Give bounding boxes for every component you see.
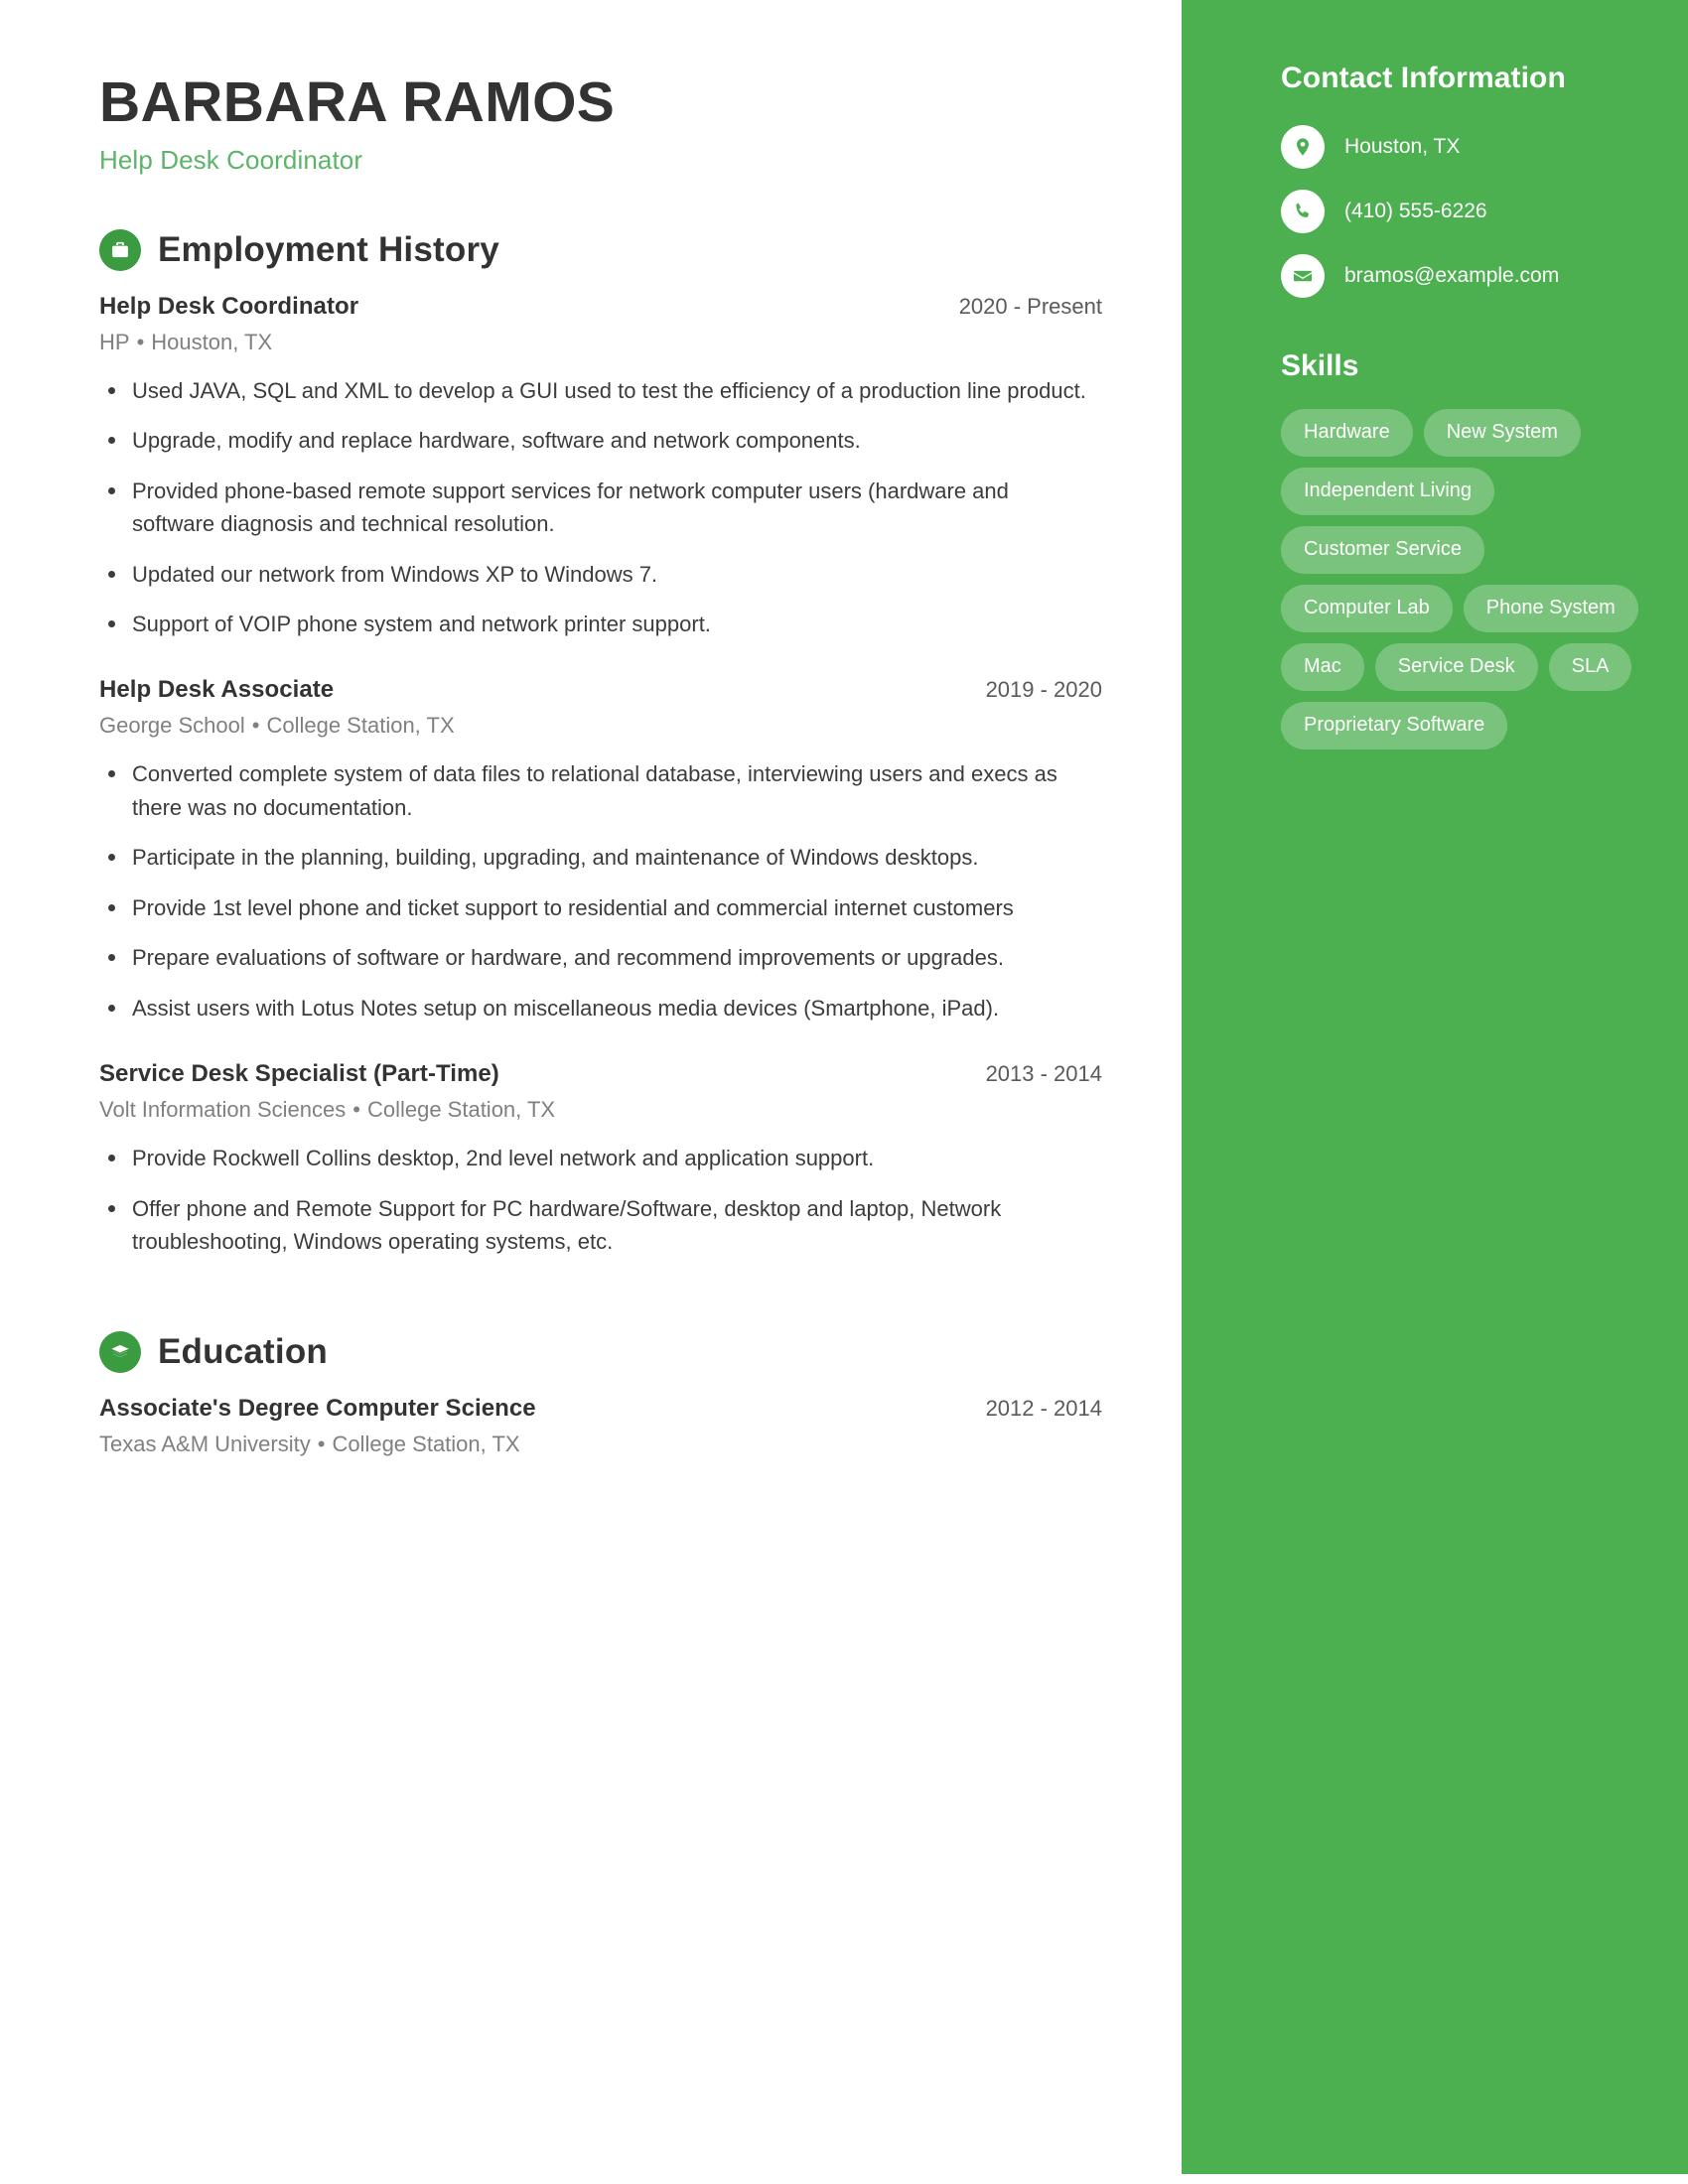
contact-information-heading: Contact Information (1281, 62, 1566, 94)
skill-pill: Proprietary Software (1281, 702, 1508, 750)
resume-sidebar: Contact Information Houston, TX (410) 55… (1182, 0, 1688, 2174)
skill-pill: Mac (1281, 643, 1364, 691)
employment-history-title: Employment History (158, 229, 499, 269)
skills-list: Hardware New System Independent Living C… (1281, 409, 1638, 750)
bullet-item: Offer phone and Remote Support for PC ha… (99, 1192, 1092, 1259)
employment-entry-company: George School (99, 713, 245, 739)
employment-history-section: Employment History Help Desk Coordinator… (99, 228, 1102, 1259)
skill-pill: Phone System (1463, 585, 1638, 632)
education-title: Education (158, 1332, 328, 1372)
bullet-item: Upgrade, modify and replace hardware, so… (99, 424, 1092, 457)
meta-separator: • (251, 713, 260, 739)
bullet-item: Provide Rockwell Collins desktop, 2nd le… (99, 1142, 1092, 1174)
education-entry-top: Associate's Degree Computer Science 2012… (99, 1395, 1102, 1423)
education-entry: Associate's Degree Computer Science 2012… (99, 1395, 1102, 1457)
education-entry-location: College Station, TX (332, 1432, 520, 1457)
employment-entry: Help Desk Associate 2019 - 2020 George S… (99, 676, 1102, 1024)
skill-pill: Independent Living (1281, 468, 1495, 515)
employment-entry-bullets: Converted complete system of data files … (99, 757, 1102, 1024)
contact-item-email: bramos@example.com (1281, 254, 1688, 298)
bullet-item: Support of VOIP phone system and network… (99, 608, 1092, 640)
employment-entry-title: Help Desk Coordinator (99, 292, 359, 320)
employment-entry-location: College Station, TX (366, 1097, 556, 1123)
skill-pill: Customer Service (1281, 526, 1484, 574)
employment-entry-top: Service Desk Specialist (Part-Time) 2013… (99, 1060, 1102, 1088)
education-section: Education Associate's Degree Computer Sc… (99, 1331, 1102, 1457)
location-pin-icon (1281, 125, 1325, 169)
employment-entry-bullets: Used JAVA, SQL and XML to develop a GUI … (99, 374, 1102, 641)
briefcase-icon (99, 228, 141, 271)
resume-header: BARBARA RAMOS Help Desk Coordinator (99, 70, 1102, 176)
bullet-item: Converted complete system of data files … (99, 757, 1092, 824)
phone-icon (1281, 190, 1325, 233)
meta-separator: • (352, 1097, 360, 1123)
employment-entry: Service Desk Specialist (Part-Time) 2013… (99, 1060, 1102, 1258)
employment-entry-company: HP (99, 329, 130, 354)
employment-entry-meta: George School • College Station, TX (99, 713, 1102, 739)
skill-pill: SLA (1548, 643, 1632, 691)
skill-pill: Hardware (1281, 409, 1413, 457)
contact-phone-value: (410) 555-6226 (1344, 199, 1487, 222)
employment-entry-title: Service Desk Specialist (Part-Time) (99, 1060, 499, 1088)
education-entry-title: Associate's Degree Computer Science (99, 1395, 536, 1423)
bullet-item: Used JAVA, SQL and XML to develop a GUI … (99, 374, 1092, 407)
employment-entry-bullets: Provide Rockwell Collins desktop, 2nd le… (99, 1142, 1102, 1258)
employment-entry-location: College Station, TX (266, 713, 455, 739)
employment-entry-company: Volt Information Sciences (99, 1097, 347, 1123)
resume-main-column: BARBARA RAMOS Help Desk Coordinator Empl… (0, 0, 1182, 2184)
candidate-job-title: Help Desk Coordinator (99, 144, 363, 175)
resume-page: BARBARA RAMOS Help Desk Coordinator Empl… (0, 0, 1688, 2184)
contact-list: Houston, TX (410) 555-6226 bramos@exampl… (1281, 125, 1688, 298)
employment-entry-date: 2013 - 2014 (985, 1061, 1102, 1087)
bullet-item: Updated our network from Windows XP to W… (99, 558, 1092, 591)
meta-separator: • (317, 1432, 326, 1457)
employment-entry-date: 2020 - Present (958, 293, 1102, 319)
employment-entry-top: Help Desk Coordinator 2020 - Present (99, 293, 1102, 321)
contact-email-value: bramos@example.com (1344, 263, 1560, 287)
employment-entry-top: Help Desk Associate 2019 - 2020 (99, 676, 1102, 704)
employment-history-header: Employment History (99, 228, 1102, 271)
employment-entry: Help Desk Coordinator 2020 - Present HP •… (99, 293, 1102, 641)
graduation-cap-icon (99, 1331, 141, 1374)
bullet-item: Provided phone-based remote support serv… (99, 475, 1092, 541)
candidate-name: BARBARA RAMOS (99, 70, 616, 134)
education-header: Education (99, 1331, 1102, 1374)
bullet-item: Provide 1st level phone and ticket suppo… (99, 891, 1092, 924)
envelope-icon (1281, 254, 1325, 298)
education-entry-school: Texas A&M University (99, 1432, 311, 1457)
contact-location-value: Houston, TX (1344, 134, 1461, 158)
skills-heading: Skills (1281, 349, 1359, 382)
contact-item-phone: (410) 555-6226 (1281, 190, 1688, 233)
skill-pill: Service Desk (1374, 643, 1538, 691)
skill-pill: Computer Lab (1281, 585, 1453, 632)
employment-entry-meta: HP • Houston, TX (99, 330, 1102, 355)
employment-entry-title: Help Desk Associate (99, 676, 335, 704)
employment-entry-date: 2019 - 2020 (985, 677, 1102, 703)
skill-pill: New System (1423, 409, 1581, 457)
bullet-item: Assist users with Lotus Notes setup on m… (99, 992, 1092, 1024)
bullet-item: Prepare evaluations of software or hardw… (99, 941, 1092, 974)
employment-entry-location: Houston, TX (151, 329, 273, 354)
employment-entry-meta: Volt Information Sciences • College Statio… (99, 1097, 1102, 1123)
education-entry-date: 2012 - 2014 (985, 1396, 1102, 1422)
education-entry-meta: Texas A&M University • College Station, TX (99, 1432, 1102, 1457)
meta-separator: • (136, 329, 145, 354)
contact-item-location: Houston, TX (1281, 125, 1688, 169)
bullet-item: Participate in the planning, building, u… (99, 841, 1092, 874)
